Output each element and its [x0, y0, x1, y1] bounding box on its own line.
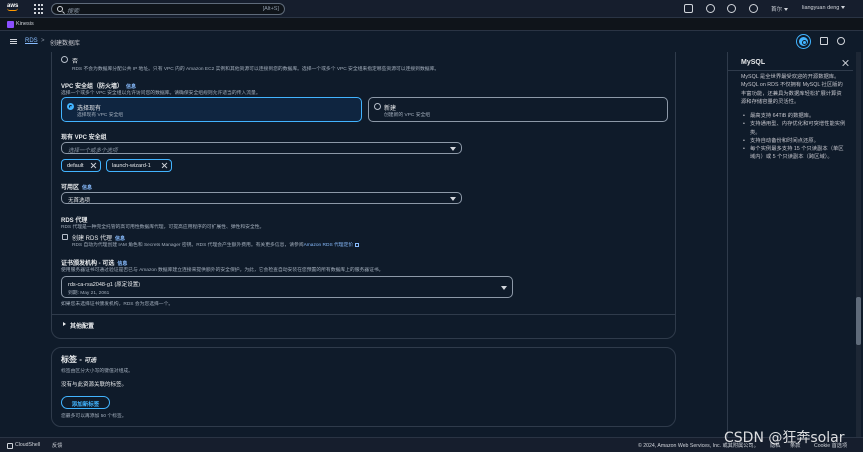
help-icon[interactable] [727, 4, 736, 13]
create-new-sub: 创建新的 VPC 安全组 [384, 113, 431, 118]
help-panel-bullets: 最高支持 64TiB 的数据库。 支持通用型、内存优化和可突增性能实例类。 支持… [743, 112, 846, 162]
feedback-link[interactable]: 反馈 [52, 442, 62, 449]
help-panel-intro: MySQL 是全世界最受欢迎的开源数据库。MySQL on RDS 不仅拥有 M… [741, 74, 843, 105]
choose-existing-sub: 选择现有 VPC 安全组 [77, 113, 124, 118]
list-item: 最高支持 64TiB 的数据库。 [743, 112, 846, 121]
choose-existing-tile[interactable]: 选择现有 选择现有 VPC 安全组 [61, 97, 362, 122]
create-rds-proxy-checkbox[interactable] [62, 234, 68, 240]
existing-sg-placeholder: 选择一个或多个选项 [68, 147, 118, 154]
external-link-icon [355, 242, 360, 247]
rds-proxy-desc: RDS 代理是一种完全托管的高可用性数据库代理，可提高应用程序的可扩展性、弹性和… [61, 225, 265, 230]
sg-token-label: launch-wizard-1 [112, 163, 151, 169]
az-info-link[interactable]: 信息 [82, 185, 92, 191]
gear-icon[interactable] [749, 4, 758, 13]
search-shortcut: [Alt+S] [262, 6, 279, 12]
top-navigation-bar: aws 搜索 [Alt+S] 首尔 liangyuan deng [0, 0, 863, 18]
favorite-kinesis[interactable]: Kinesis [16, 21, 34, 27]
hamburger-menu-icon[interactable] [10, 39, 17, 44]
region-label: 首尔 [771, 7, 783, 13]
az-value: 无首选项 [68, 197, 91, 204]
cloudshell-icon[interactable] [7, 443, 13, 449]
region-selector[interactable]: 首尔 [771, 5, 789, 13]
az-select[interactable]: 无首选项 [61, 192, 462, 204]
public-access-no-label: 否 [72, 59, 79, 65]
cloudshell-link[interactable]: CloudShell [15, 442, 40, 448]
list-item: 每个实例最多支持 15 个只读副本（单区域内）或 5 个只读副本（跨区域）。 [743, 145, 846, 162]
favorites-bar: Kinesis [0, 18, 863, 31]
info-panel-toggle-icon[interactable] [797, 35, 810, 48]
account-label: liangyuan deng [802, 5, 840, 11]
chevron-down-icon [841, 6, 846, 10]
sg-token-label: default [67, 163, 84, 169]
bell-icon[interactable] [706, 4, 715, 13]
chevron-down-icon [501, 286, 507, 290]
additional-config-toggle[interactable]: 其他配置 [70, 321, 94, 330]
aws-logo-text: aws [7, 3, 19, 9]
rds-proxy-pricing-link[interactable]: Amazon RDS 代理定价 [304, 243, 354, 248]
breadcrumb-separator: > [41, 38, 45, 44]
cert-value: rds-ca-rsa2048-g1 (原定设置) [68, 282, 141, 288]
az-label: 可用区 信息 [61, 182, 92, 191]
remove-token-icon[interactable] [161, 162, 168, 169]
rds-proxy-sub-desc: RDS 自动为代理创建 IAM 角色和 Secrets Manager 密钥。R… [72, 241, 360, 248]
remove-token-icon[interactable] [90, 162, 97, 169]
tags-title-text: 标签 - [61, 355, 82, 364]
tags-section: 标签 - 可选 标签由区分大小写的键值对组成。 没有与此资源关联的标签。 添加新… [51, 347, 676, 427]
create-new-radio[interactable] [374, 103, 381, 110]
chevron-down-icon [450, 197, 456, 201]
cert-expiry: 到期: May 21, 2061 [68, 291, 110, 296]
caret-right-icon[interactable] [63, 322, 66, 326]
sg-token-default: default [61, 159, 101, 172]
help-panel: MySQL MySQL 是全世界最受欢迎的开源数据库。MySQL on RDS … [727, 52, 853, 437]
list-item: 支持自动备份和时间点还原。 [743, 137, 846, 146]
connectivity-section: 否 RDS 不会为数据库分配公共 IP 地址。只有 VPC 内的 Amazon … [51, 52, 676, 339]
cert-desc: 使用服务器证书可通过验证是否已与 Amazon 数据库建立连接来提供额外的安全保… [61, 268, 384, 273]
az-label-text: 可用区 [61, 185, 80, 191]
search-icon [57, 6, 63, 12]
breadcrumb-rds[interactable]: RDS [25, 38, 38, 44]
tags-empty: 没有与此资源关联的标签。 [61, 382, 128, 388]
account-menu[interactable]: liangyuan deng [802, 5, 846, 11]
tags-title: 标签 - 可选 [61, 354, 96, 365]
close-icon[interactable] [842, 60, 848, 66]
vpc-sg-desc: 选择一个或多个 VPC 安全组以允许访问您的数据库。请确保安全组规则允许适当的传… [61, 91, 261, 96]
section-divider [52, 314, 675, 315]
sg-token-launch-wizard: launch-wizard-1 [106, 159, 172, 172]
chevron-down-icon [450, 147, 456, 151]
help-panel-title: MySQL [741, 59, 766, 66]
services-grid-icon[interactable] [34, 4, 44, 14]
add-tag-label: 添加新标签 [71, 401, 100, 408]
breadcrumb: RDS > 创建数据库 [0, 31, 863, 52]
rds-proxy-sub-desc-text: RDS 自动为代理创建 IAM 角色和 Secrets Manager 密钥。R… [72, 243, 304, 248]
page-scrollbar-thumb[interactable] [856, 297, 861, 345]
csdn-watermark: CSDN @狂奔solar [724, 430, 845, 446]
create-new-tile[interactable]: 新建 创建新的 VPC 安全组 [368, 97, 668, 122]
cloudshell-icon[interactable] [684, 4, 693, 13]
settings-panel-icon[interactable] [837, 37, 845, 45]
aws-logo[interactable]: aws [7, 3, 21, 15]
cert-note: 如果您未选择证书颁发机构，RDS 会为您选择一个。 [61, 302, 174, 307]
search-box[interactable]: 搜索 [Alt+S] [51, 3, 285, 15]
cert-select[interactable]: rds-ca-rsa2048-g1 (原定设置) 到期: May 21, 206… [61, 276, 513, 298]
help-panel-divider [728, 70, 853, 71]
public-access-no-desc: RDS 不会为数据库分配公共 IP 地址。只有 VPC 内的 Amazon EC… [72, 67, 440, 72]
choose-existing-radio[interactable] [67, 103, 74, 110]
tags-optional: 可选 [84, 358, 97, 364]
list-item: 支持通用型、内存优化和可突增性能实例类。 [743, 120, 846, 137]
existing-sg-multiselect[interactable]: 选择一个或多个选项 [61, 142, 462, 154]
existing-sg-label: 现有 VPC 安全组 [61, 135, 107, 141]
add-tag-button[interactable]: 添加新标签 [61, 396, 110, 409]
tags-limit: 您最多可以再添加 50 个标签。 [61, 414, 127, 419]
tags-desc: 标签由区分大小写的键值对组成。 [61, 369, 133, 374]
kinesis-icon [7, 21, 14, 28]
chevron-down-icon [784, 8, 789, 12]
public-access-no-radio[interactable] [61, 56, 68, 63]
search-placeholder: 搜索 [67, 9, 80, 15]
breadcrumb-current: 创建数据库 [50, 41, 81, 47]
page-scrollbar-track[interactable] [856, 52, 861, 437]
notifications-panel-icon[interactable] [820, 37, 828, 45]
